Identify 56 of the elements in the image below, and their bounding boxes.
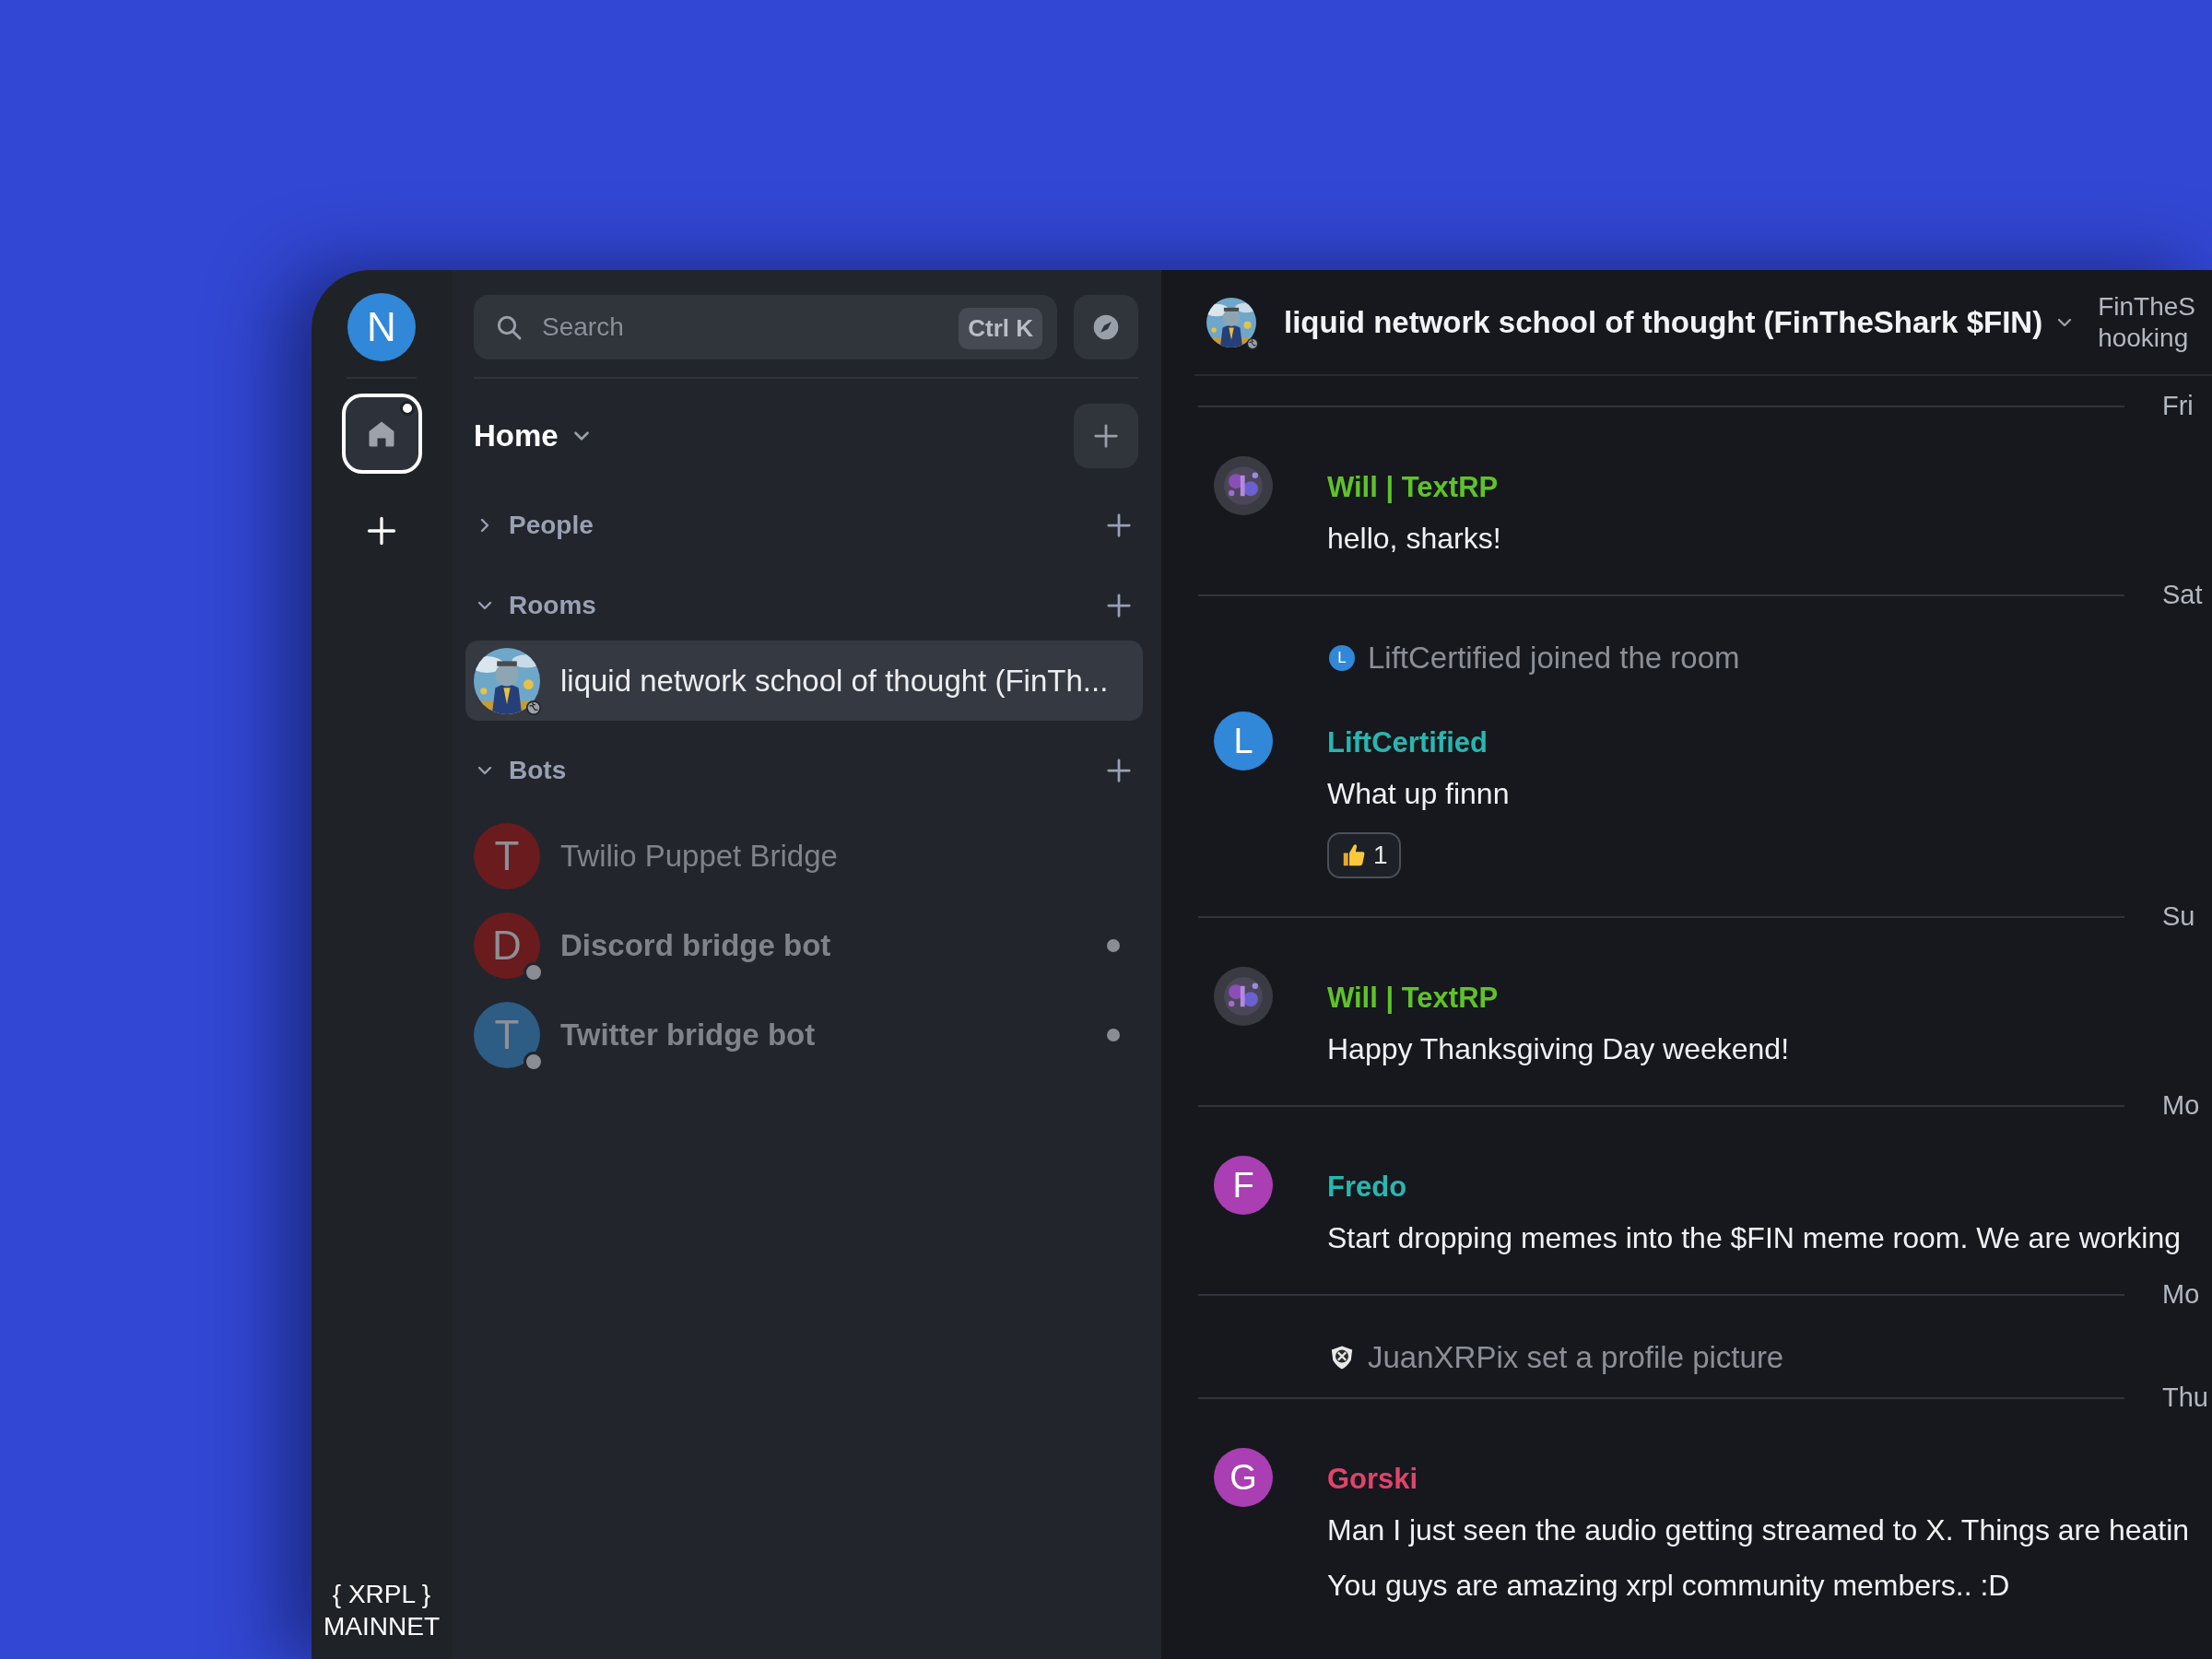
room-topic: FinTheS <box>2098 290 2195 323</box>
room-item[interactable]: T Twilio Puppet Bridge <box>474 816 1138 896</box>
room-item[interactable]: D Discord bridge bot <box>474 905 1138 985</box>
section-toggle[interactable]: Bots <box>474 751 567 790</box>
room-avatar: D <box>474 912 540 979</box>
date-label: Thu <box>2162 1382 2208 1415</box>
plus-icon[interactable] <box>1105 592 1133 619</box>
section-toggle[interactable]: Rooms <box>474 586 596 625</box>
user-avatar: G <box>1214 1448 1273 1507</box>
sender-name[interactable]: LiftCertified <box>1327 724 1510 761</box>
date-label: Mo <box>2162 1089 2200 1123</box>
room-name: liquid network school of thought (FinTh... <box>560 662 1110 700</box>
message-text: Man I just seen the audio getting streamed to X. Things are heatin <box>1327 1512 2190 1548</box>
home-menu[interactable]: Home <box>474 412 594 459</box>
room-topic: hooking <box>2098 322 2190 354</box>
message-text: Start dropping memes into the $FIN meme room. We are working <box>1327 1220 2181 1256</box>
message-text: hello, sharks! <box>1327 521 1501 557</box>
room-name: Twitter bridge bot <box>560 1016 817 1053</box>
room-name: Twilio Puppet Bridge <box>560 837 839 875</box>
reaction-chip[interactable]: 1 <box>1327 832 1401 878</box>
message-text: What up finnn <box>1327 776 1510 812</box>
date-label: Sat <box>2162 579 2203 612</box>
date-label: Fri <box>2162 390 2194 423</box>
section-toggle[interactable]: People <box>474 506 594 545</box>
compass-icon <box>1091 312 1121 342</box>
user-avatar: L <box>1329 645 1355 671</box>
plus-icon[interactable] <box>1105 512 1133 539</box>
plus-icon[interactable] <box>1105 757 1133 784</box>
explore-button[interactable] <box>1074 295 1138 359</box>
account-avatar[interactable]: N <box>347 293 416 361</box>
network-label: MAINNET <box>324 1611 440 1642</box>
room-title[interactable]: liquid network school of thought (FinTheShark $FIN) <box>1284 299 2077 346</box>
add-button[interactable] <box>1074 403 1138 468</box>
sender-name[interactable]: Will | TextRP <box>1327 469 1501 506</box>
globe-icon <box>1246 336 1259 350</box>
message-text: You guys are amazing xrpl community members.. :D <box>1327 1568 2011 1604</box>
date-label: Su <box>2162 900 2195 934</box>
room-avatar: T <box>474 1001 540 1068</box>
event-text: JuanXRPix set a profile picture <box>1368 1339 1784 1377</box>
room-item[interactable]: liquid network school of thought (FinTh... <box>465 641 1143 721</box>
home-button[interactable] <box>341 394 422 474</box>
add-space-icon[interactable] <box>365 514 398 547</box>
message-text: Happy Thanksgiving Day weekend! <box>1327 1031 1790 1067</box>
sender-name[interactable]: Will | TextRP <box>1327 980 1790 1017</box>
date-label: Mo <box>2162 1278 2200 1312</box>
room-item[interactable]: T Twitter bridge bot <box>474 994 1138 1075</box>
sender-name[interactable]: Gorski <box>1327 1461 2190 1498</box>
event-text: LiftCertified joined the room <box>1368 640 1740 677</box>
network-label: { XRPL } <box>332 1579 431 1610</box>
room-name: Discord bridge bot <box>560 926 832 964</box>
user-avatar: L <box>1214 712 1273 771</box>
room-avatar: T <box>474 822 540 889</box>
sender-name[interactable]: Fredo <box>1327 1169 2181 1206</box>
globe-icon <box>525 699 542 716</box>
user-avatar: F <box>1214 1156 1273 1215</box>
shortcut-hint: Ctrl K <box>959 308 1042 349</box>
